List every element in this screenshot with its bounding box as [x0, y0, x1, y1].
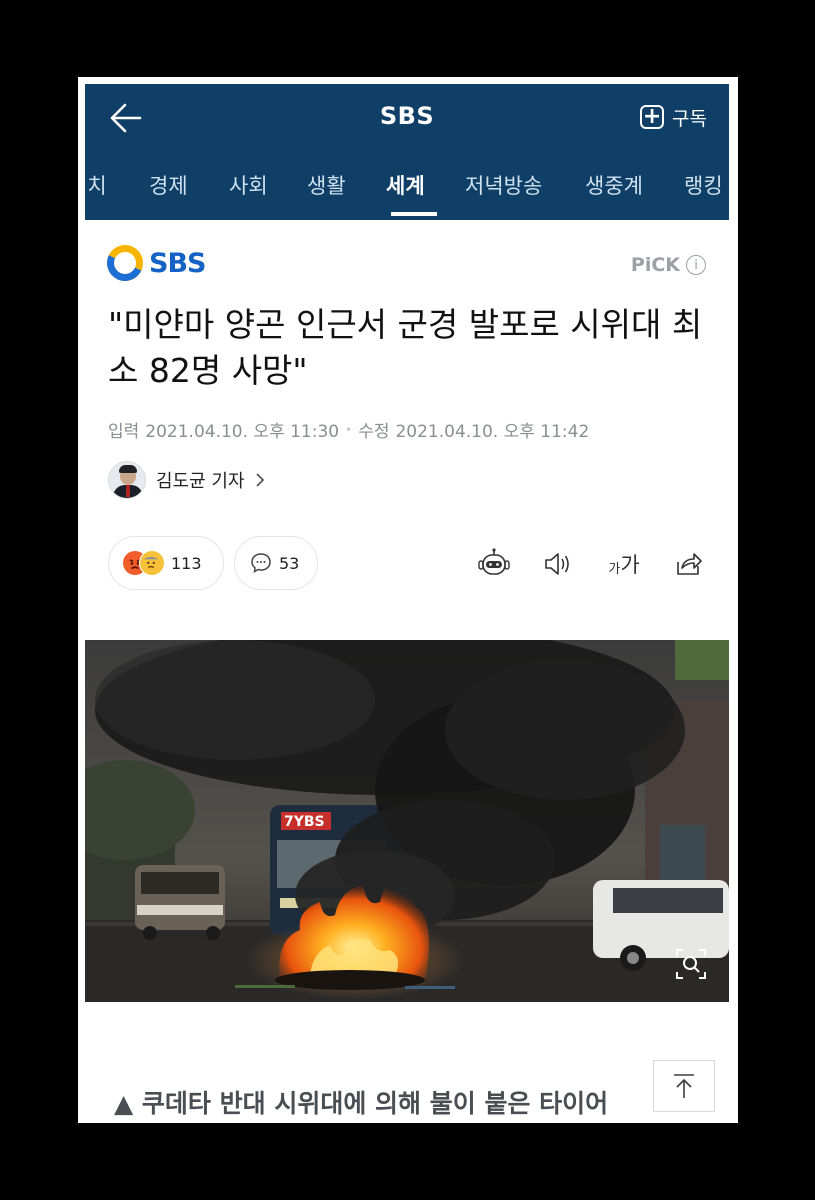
modified-time: 2021.04.10. 오후 11:42 [395, 422, 590, 442]
avatar [108, 461, 146, 499]
emotion-count: 113 [171, 553, 202, 573]
arrow-up-icon [674, 1074, 694, 1098]
bus-sign-text: 7YBS [284, 814, 325, 830]
article-dates: 입력 2021.04.10. 오후 11:30 • 수정 2021.04.10.… [108, 417, 589, 442]
subscribe-button[interactable]: + 구독 [640, 100, 707, 134]
sad-face-icon [139, 550, 165, 576]
tab-world[interactable]: 세계 [386, 170, 425, 200]
tab-society[interactable]: 사회 [229, 170, 268, 200]
zoom-photo-button[interactable] [671, 944, 711, 984]
publisher-logo[interactable]: SBS [107, 245, 206, 281]
separator-dot: • [345, 422, 353, 437]
emotion-icons [123, 550, 165, 576]
pick-badge[interactable]: PiCK i [631, 254, 706, 276]
article-page: SBS + 구독 정치 경제 사회 생활 세계 저녁방송 생중계 랭킹 SBS … [78, 77, 738, 1123]
modified-label: 수정 [358, 422, 390, 442]
robot-icon [478, 548, 510, 575]
page-title: SBS [379, 102, 435, 130]
article-headline: "미얀마 양곤 인근서 군경 발포로 시위대 최소 82명 사망" [108, 305, 703, 390]
share-icon [677, 553, 702, 575]
chevron-right-icon [255, 473, 264, 487]
reporter-link[interactable]: 김도균 기자 [108, 461, 265, 499]
plus-icon: + [640, 105, 665, 129]
share-button[interactable] [668, 544, 708, 584]
tab-economy[interactable]: 경제 [149, 170, 188, 200]
speaker-icon [545, 553, 569, 575]
tab-live[interactable]: 생중계 [585, 170, 643, 200]
tab-politics[interactable]: 정치 [85, 170, 107, 200]
magnify-icon [676, 949, 706, 979]
photo-caption: ▲ 쿠데타 반대 시위대에 의해 불이 붙은 타이어 [114, 1089, 609, 1118]
text-to-speech-button[interactable] [538, 544, 578, 584]
published-label: 입력 [108, 422, 140, 442]
font-size-large-label: 가 [620, 553, 640, 577]
active-tab-indicator [391, 212, 437, 216]
comment-count: 53 [279, 553, 300, 573]
subscribe-label: 구독 [672, 107, 707, 130]
comment-button[interactable]: 53 [234, 536, 318, 590]
publisher-logo-text: SBS [149, 247, 206, 279]
info-icon: i [686, 255, 706, 275]
top-bar: SBS + 구독 [85, 84, 729, 150]
sbs-logo-icon [107, 245, 143, 281]
tab-evening-news[interactable]: 저녁방송 [465, 170, 542, 200]
article-photo[interactable]: 7YBS [85, 640, 729, 1002]
pick-label: PiCK [630, 254, 680, 276]
emotion-reaction-button[interactable]: 113 [108, 536, 224, 590]
font-size-button[interactable]: 가 가 [602, 544, 646, 584]
font-size-small-label: 가 [608, 561, 621, 577]
comment-icon [251, 553, 271, 573]
tab-ranking[interactable]: 랭킹 [684, 170, 723, 200]
scroll-to-top-button[interactable] [653, 1060, 715, 1112]
section-tabs: 정치 경제 사회 생활 세계 저녁방송 생중계 랭킹 [85, 150, 729, 220]
published-time: 2021.04.10. 오후 11:30 [145, 422, 340, 442]
tab-living[interactable]: 생활 [307, 170, 346, 200]
reporter-name: 김도균 기자 [156, 471, 245, 492]
summary-bot-button[interactable] [474, 544, 514, 584]
burning-tire-photo: 7YBS [85, 640, 729, 1002]
